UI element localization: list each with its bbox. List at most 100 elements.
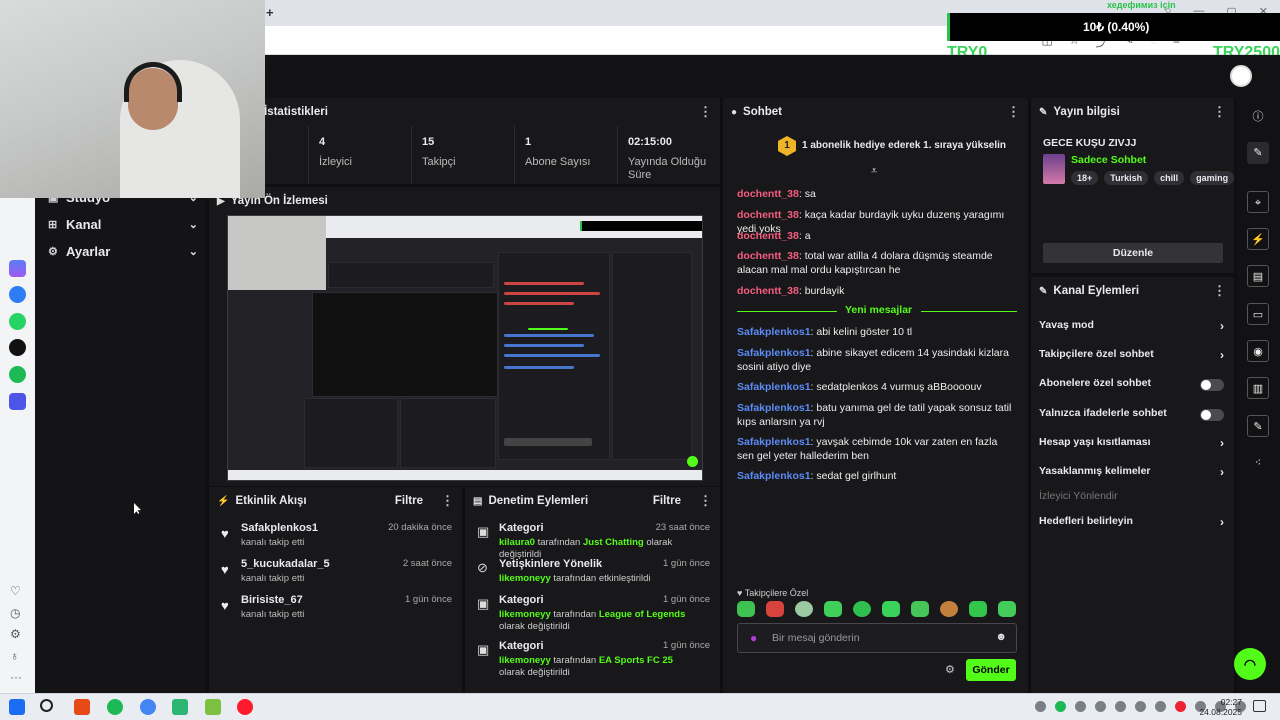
aria-icon[interactable] — [9, 260, 26, 277]
nav-item-channel[interactable]: ⊞ Kanal ⌄ — [48, 217, 198, 232]
apps-icon[interactable]: ⁖ — [1247, 452, 1269, 474]
info-icon[interactable]: ⓘ — [1247, 106, 1269, 128]
emote-icon[interactable] — [853, 601, 871, 617]
more-icon[interactable]: ⋮ — [699, 104, 712, 120]
chat-user[interactable]: Safakplenkos1 — [737, 326, 811, 338]
chrome-icon[interactable] — [140, 699, 156, 715]
emoji-icon[interactable]: ☻ — [995, 631, 1007, 643]
broadcast-icon[interactable]: ◉ — [1247, 340, 1269, 362]
chat-user[interactable]: dochentt_38 — [737, 250, 799, 262]
emote-icon[interactable] — [998, 601, 1016, 617]
tray-icon[interactable] — [1155, 701, 1166, 712]
chat-user[interactable]: dochentt_38 — [737, 188, 799, 200]
tag[interactable]: chill — [1154, 171, 1185, 185]
messenger-icon[interactable] — [9, 286, 26, 303]
stream-category[interactable]: Sadece Sohbet — [1071, 154, 1146, 166]
chat-user[interactable]: dochentt_38 — [737, 209, 799, 221]
emote-icon[interactable] — [766, 601, 784, 617]
document-icon[interactable]: ▤ — [1247, 265, 1269, 287]
windows-start-icon[interactable] — [9, 699, 25, 715]
opera-icon[interactable] — [237, 699, 253, 715]
send-button[interactable]: Gönder — [966, 659, 1016, 681]
more-icon[interactable]: ⋮ — [441, 493, 454, 509]
search-icon[interactable] — [40, 699, 53, 712]
emote-icon[interactable] — [940, 601, 958, 617]
emote-icon[interactable] — [969, 601, 987, 617]
heart-icon[interactable]: ♡ — [10, 584, 21, 598]
chat-user[interactable]: dochentt_38 — [737, 230, 799, 242]
mod-user[interactable]: likemoneyy — [499, 609, 551, 620]
new-tab-icon[interactable]: + — [266, 5, 274, 20]
layout-icon[interactable]: ▥ — [1247, 377, 1269, 399]
emote-icon[interactable] — [795, 601, 813, 617]
notification-icon[interactable] — [1253, 700, 1266, 712]
emote-icon[interactable] — [824, 601, 842, 617]
tray-icon[interactable] — [1055, 701, 1066, 712]
tray-icon[interactable] — [1175, 701, 1186, 712]
tag[interactable]: gaming — [1190, 171, 1235, 185]
edit-button[interactable]: Düzenle — [1043, 243, 1223, 263]
settings-icon[interactable]: ⚙ — [10, 627, 21, 641]
support-icon[interactable]: ◠ — [1234, 648, 1266, 680]
history-icon[interactable]: ◷ — [10, 606, 20, 620]
collapse-icon[interactable]: ⩡ — [871, 165, 877, 178]
mod-user[interactable]: likemoneyy — [499, 655, 551, 666]
app-icon[interactable] — [172, 699, 188, 715]
more-icon[interactable]: ··· — [10, 670, 22, 684]
toggle-switch[interactable] — [1200, 409, 1224, 421]
mod-target[interactable]: EA Sports FC 25 — [599, 655, 673, 666]
tray-icon[interactable] — [1035, 701, 1046, 712]
action-goals[interactable]: Hedefleri belirleyin › — [1039, 515, 1224, 531]
activity-user[interactable]: 5_kucukadalar_5 — [241, 558, 330, 570]
tray-icon[interactable] — [1135, 701, 1146, 712]
pen-icon[interactable]: ✎ — [1247, 142, 1269, 164]
toggle-switch[interactable] — [1200, 379, 1224, 391]
tray-icon[interactable] — [1075, 701, 1086, 712]
tray-icon[interactable] — [1115, 701, 1126, 712]
scan-icon[interactable]: ⌖ — [1247, 191, 1269, 213]
more-icon[interactable]: ⋮ — [1007, 104, 1020, 120]
settings-icon[interactable]: ⚙ — [945, 663, 955, 676]
chat-input[interactable]: ● Bir mesaj gönderin ☻ — [737, 623, 1017, 653]
mod-user[interactable]: likemoneyy — [499, 573, 551, 584]
emote-icon[interactable] — [737, 601, 755, 617]
chat-icon[interactable]: ▭ — [1247, 303, 1269, 325]
activity-user[interactable]: Safakplenkos1 — [241, 522, 318, 534]
mod-target[interactable]: Just Chatting — [583, 537, 644, 548]
avatar[interactable] — [1230, 65, 1252, 87]
emote-icon[interactable] — [882, 601, 900, 617]
action-emotes-only[interactable]: Yalnızca ifadelerle sohbet — [1039, 407, 1224, 423]
chat-user[interactable]: Safakplenkos1 — [737, 470, 811, 482]
chat-user[interactable]: Safakplenkos1 — [737, 347, 811, 359]
action-followers-only[interactable]: Takipçilere özel sohbet › — [1039, 348, 1224, 364]
chat-user[interactable]: Safakplenkos1 — [737, 402, 811, 414]
app-icon[interactable] — [205, 699, 221, 715]
spotify-icon[interactable] — [107, 699, 123, 715]
tray-icon[interactable] — [1095, 701, 1106, 712]
mic-icon[interactable]: ● — [750, 631, 757, 645]
more-icon[interactable]: ⋮ — [1213, 283, 1226, 299]
action-subscribers-only[interactable]: Abonelere özel sohbet — [1039, 377, 1224, 393]
tag[interactable]: Turkish — [1104, 171, 1149, 185]
more-icon[interactable]: ⋮ — [699, 493, 712, 509]
emote-icon[interactable] — [911, 601, 929, 617]
stream-preview[interactable] — [227, 215, 703, 481]
more-icon[interactable]: ⋮ — [1213, 104, 1226, 120]
filter-button[interactable]: Filtre — [653, 495, 681, 507]
whatsapp-icon[interactable] — [9, 313, 26, 330]
office-icon[interactable] — [74, 699, 90, 715]
action-account-age[interactable]: Hesap yaşı kısıtlaması › — [1039, 436, 1224, 452]
taskbar-clock[interactable]: 02:27 24.08.2025 — [1199, 697, 1242, 717]
action-banned-words[interactable]: Yasaklanmış kelimeler › — [1039, 465, 1224, 481]
tag[interactable]: 18+ — [1071, 171, 1099, 185]
action-slow-mode[interactable]: Yavaş mod › — [1039, 319, 1224, 335]
spotify-icon[interactable] — [9, 366, 26, 383]
player-icon[interactable] — [9, 393, 26, 410]
nav-item-settings[interactable]: ⚙ Ayarlar ⌄ — [48, 244, 198, 259]
chat-user[interactable]: Safakplenkos1 — [737, 436, 811, 448]
mod-user[interactable]: kilaura0 — [499, 537, 535, 548]
bolt-icon[interactable]: ⚡ — [1247, 228, 1269, 250]
chat-user[interactable]: Safakplenkos1 — [737, 381, 811, 393]
chat-user[interactable]: dochentt_38 — [737, 285, 799, 297]
activity-user[interactable]: Birisiste_67 — [241, 594, 303, 606]
